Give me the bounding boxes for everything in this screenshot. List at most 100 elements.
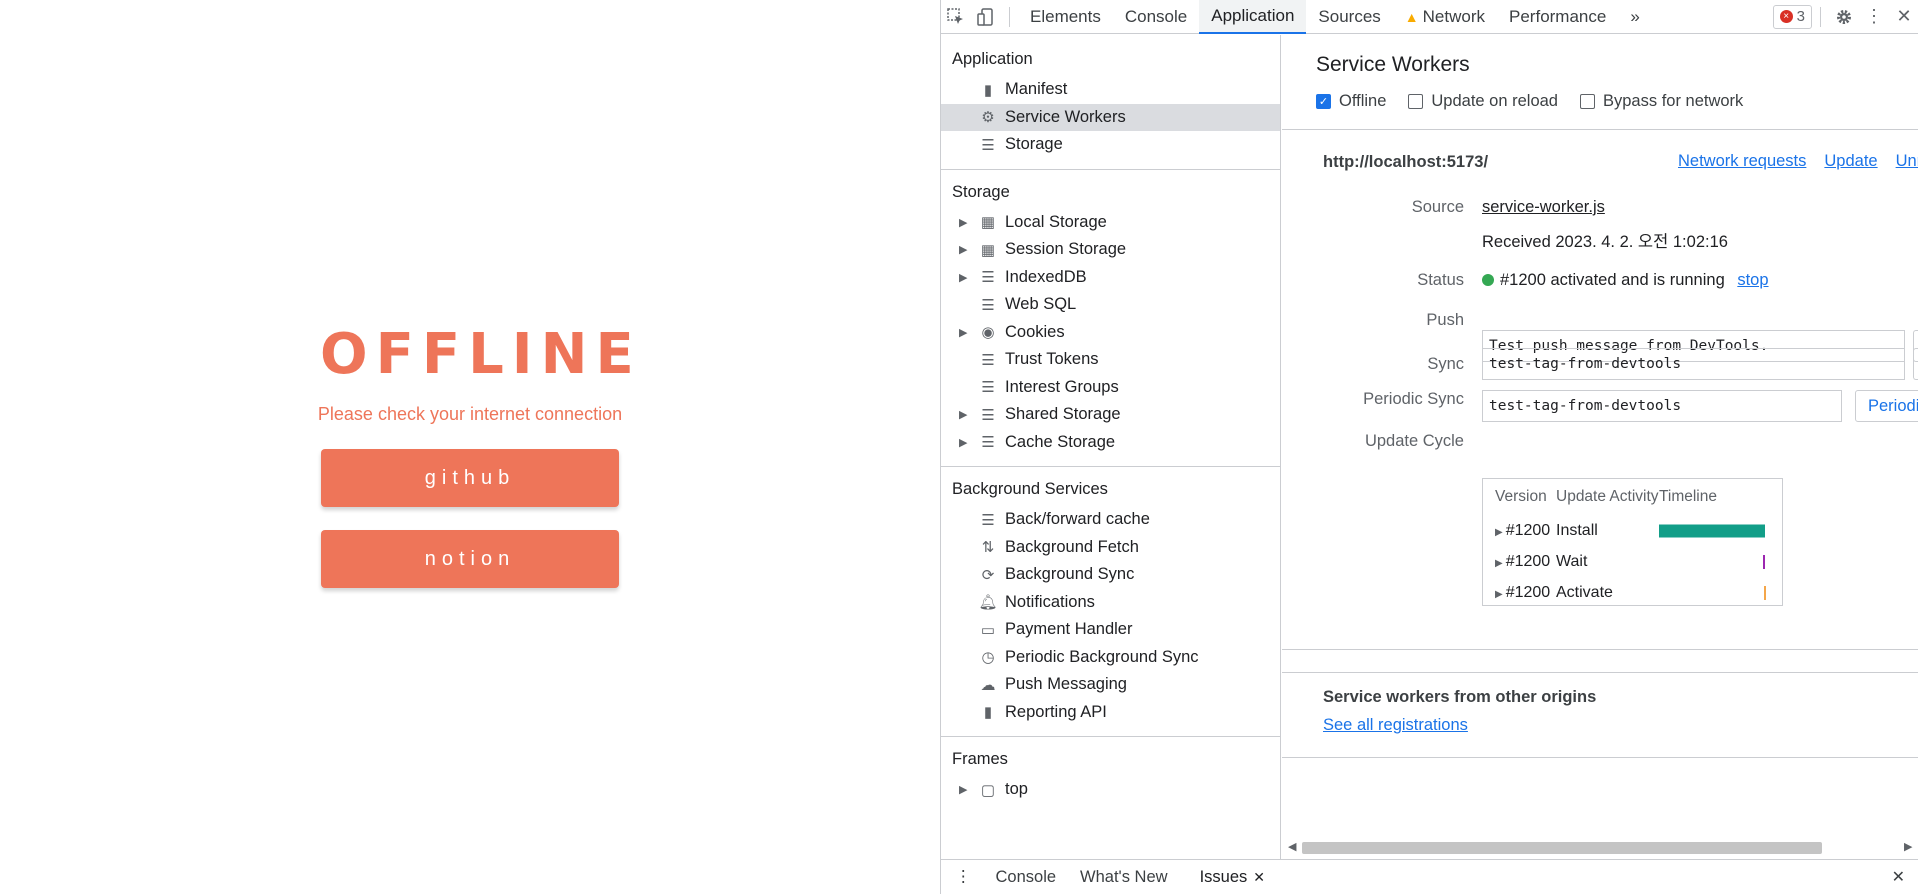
expand-arrow-icon[interactable]: ▶	[959, 216, 977, 229]
update-cycle-header: Version Update Activity Timeline	[1483, 479, 1782, 515]
options-row: ✓ Offline Update on reload Bypass for net…	[1316, 92, 1765, 111]
sync-button[interactable]	[1913, 348, 1918, 380]
sidebar-item-push-messaging[interactable]: ☁ Push Messaging	[941, 671, 1280, 699]
expand-arrow-icon[interactable]: ▶	[959, 783, 977, 796]
database-icon: ☰	[981, 511, 995, 529]
sidebar-item-frame-top[interactable]: ▶ ▢ top	[941, 776, 1280, 804]
tab-sources[interactable]: Sources	[1306, 0, 1392, 34]
close-devtools-icon[interactable]: ✕	[1889, 2, 1918, 32]
unregister-link[interactable]: Unregister	[1896, 152, 1918, 171]
section-title-background-services: Background Services	[952, 480, 1108, 498]
up-down-arrows-icon: ⇅	[981, 539, 995, 557]
expand-arrow-icon[interactable]: ▶	[959, 243, 977, 256]
see-all-registrations-link[interactable]: See all registrations	[1323, 716, 1468, 735]
sidebar-item-indexeddb[interactable]: ▶ ☰ IndexedDB	[941, 264, 1280, 292]
tab-elements[interactable]: Elements	[1018, 0, 1113, 34]
timeline-bar-activate	[1764, 585, 1766, 600]
sidebar-item-payment-handler[interactable]: ▭ Payment Handler	[941, 616, 1280, 644]
sidebar-item-service-workers[interactable]: ⚙ Service Workers	[941, 103, 1280, 131]
sidebar-item-notifications[interactable]: 🔔︎ Notifications	[941, 589, 1280, 617]
offline-checkbox[interactable]: ✓ Offline	[1316, 92, 1386, 111]
github-button[interactable]: github	[321, 449, 619, 507]
device-toolbar-icon[interactable]	[971, 2, 1001, 32]
source-link[interactable]: service-worker.js	[1482, 198, 1605, 217]
sidebar-item-interest-groups[interactable]: ☰ Interest Groups	[941, 374, 1280, 402]
sidebar-item-periodic-background-sync[interactable]: ◷ Periodic Background Sync	[941, 644, 1280, 672]
sidebar-item-shared-storage[interactable]: ▶ ☰ Shared Storage	[941, 401, 1280, 429]
sidebar-item-session-storage[interactable]: ▶ ▦ Session Storage	[941, 236, 1280, 264]
scroll-right-icon[interactable]: ▶	[1904, 840, 1912, 853]
section-divider	[941, 168, 1280, 170]
inspect-element-icon[interactable]	[941, 2, 971, 32]
web-page: OFFLINE Please check your internet conne…	[0, 0, 940, 894]
table-row[interactable]: ▶ #1200 Wait	[1483, 546, 1782, 577]
expand-arrow-icon[interactable]: ▶	[1495, 589, 1503, 600]
close-tab-icon[interactable]: ✕	[1253, 869, 1265, 885]
sidebar-item-back-forward-cache[interactable]: ☰ Back/forward cache	[941, 506, 1280, 534]
credit-card-icon: ▭	[980, 621, 996, 639]
stop-link[interactable]: stop	[1737, 271, 1768, 289]
offline-message: Please check your internet connection	[317, 404, 623, 424]
sync-icon: ⟳	[981, 566, 995, 584]
drawer-tab-whats-new[interactable]: What's New	[1068, 868, 1180, 887]
sidebar-item-background-sync[interactable]: ⟳ Background Sync	[941, 561, 1280, 589]
tab-application[interactable]: Application	[1199, 0, 1307, 34]
scrollbar-thumb[interactable]	[1302, 842, 1822, 854]
expand-arrow-icon[interactable]: ▶	[959, 271, 977, 284]
drawer-tab-console[interactable]: Console	[984, 868, 1069, 887]
close-drawer-icon[interactable]: ✕	[1892, 867, 1905, 887]
scroll-left-icon[interactable]: ◀	[1288, 840, 1296, 853]
sidebar-item-label: Push Messaging	[1005, 675, 1127, 694]
panel-divider	[1282, 129, 1918, 130]
periodic-sync-input[interactable]: test-tag-from-devtools	[1482, 390, 1842, 422]
sidebar-item-trust-tokens[interactable]: ☰ Trust Tokens	[941, 346, 1280, 374]
sidebar-item-local-storage[interactable]: ▶ ▦ Local Storage	[941, 209, 1280, 237]
more-tabs-button[interactable]: »	[1618, 0, 1651, 34]
panel-divider	[1282, 649, 1918, 650]
error-count-badge[interactable]: × 3	[1772, 4, 1812, 29]
checkbox-icon[interactable]	[1580, 94, 1595, 109]
more-options-icon[interactable]: ⋮	[1859, 2, 1889, 32]
row-version: #1200	[1505, 583, 1551, 601]
periodic-sync-button[interactable]: Periodic Sync	[1855, 390, 1918, 422]
sidebar-item-background-fetch[interactable]: ⇅ Background Fetch	[941, 534, 1280, 562]
expand-arrow-icon[interactable]: ▶	[959, 326, 977, 339]
expand-arrow-icon[interactable]: ▶	[959, 436, 977, 449]
sync-input[interactable]: test-tag-from-devtools	[1482, 348, 1905, 380]
horizontal-scrollbar[interactable]: ◀ ▶	[1282, 839, 1918, 855]
drawer-tab-issues[interactable]: Issues ✕	[1188, 868, 1277, 887]
section-divider	[941, 736, 1280, 737]
sidebar-item-reporting-api[interactable]: ▮ Reporting API	[941, 699, 1280, 727]
settings-gear-icon[interactable]	[1829, 2, 1859, 32]
expand-arrow-icon[interactable]: ▶	[959, 408, 977, 421]
section-title-storage: Storage	[952, 182, 1010, 201]
tab-network[interactable]: ▲ Network	[1393, 0, 1497, 34]
table-row[interactable]: ▶ #1200 Install	[1483, 515, 1782, 546]
row-version: #1200	[1505, 521, 1551, 539]
checkbox-checked-icon[interactable]: ✓	[1316, 94, 1331, 109]
update-on-reload-checkbox[interactable]: Update on reload	[1408, 92, 1558, 111]
sidebar-item-cache-storage[interactable]: ▶ ☰ Cache Storage	[941, 429, 1280, 457]
tab-performance[interactable]: Performance	[1497, 0, 1618, 34]
sidebar-item-storage-overview[interactable]: ☰ Storage	[941, 131, 1280, 159]
expand-arrow-icon[interactable]: ▶	[1495, 558, 1503, 569]
checkbox-icon[interactable]	[1408, 94, 1424, 109]
notion-button[interactable]: notion	[321, 530, 619, 588]
network-requests-link[interactable]: Network requests	[1678, 152, 1806, 171]
drawer-menu-icon[interactable]: ⋮	[941, 867, 984, 887]
update-link[interactable]: Update	[1824, 152, 1877, 171]
sidebar-item-web-sql[interactable]: ☰ Web SQL	[941, 291, 1280, 319]
application-sidebar: Application ▮ Manifest ⚙ Service Workers ☰…	[941, 35, 1281, 859]
section-title-frames: Frames	[952, 750, 1008, 768]
tab-console[interactable]: Console	[1113, 0, 1199, 34]
table-row[interactable]: ▶ #1200 Activate	[1483, 577, 1782, 608]
timeline-bar-install	[1659, 524, 1765, 537]
section-divider	[941, 466, 1280, 467]
periodic-sync-label: Periodic Sync	[1363, 390, 1464, 408]
sidebar-item-label: Shared Storage	[1005, 405, 1121, 424]
expand-arrow-icon[interactable]: ▶	[1495, 527, 1503, 538]
timeline-bar-wait	[1763, 554, 1765, 569]
sidebar-item-cookies[interactable]: ▶ ◉ Cookies	[941, 319, 1280, 347]
sidebar-item-manifest[interactable]: ▮ Manifest	[941, 76, 1280, 104]
bypass-for-network-checkbox[interactable]: Bypass for network	[1580, 92, 1743, 111]
